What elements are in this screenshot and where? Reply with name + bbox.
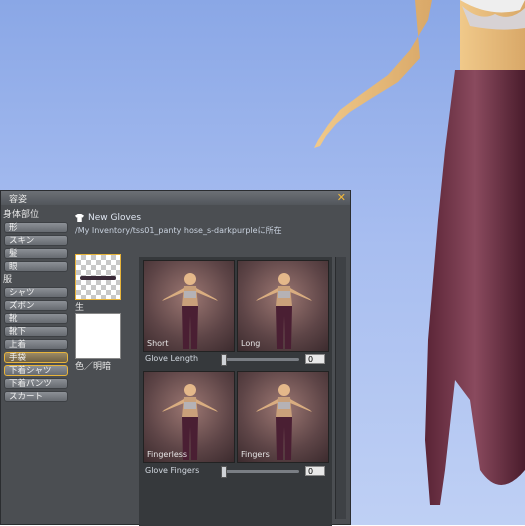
glove-length-label: Glove Length bbox=[145, 354, 199, 363]
item-path: /My Inventory/tss01_panty hose_s-darkpur… bbox=[75, 226, 282, 235]
texture-preview bbox=[80, 276, 116, 280]
item-name: New Gloves bbox=[88, 213, 142, 223]
preview-fingers[interactable]: Fingers bbox=[237, 371, 329, 463]
category-list: 身体部位 形 スキン 髪 眼 服 シャツ ズボン 靴 靴下 上着 手袋 下着シャ… bbox=[1, 209, 73, 404]
clothes-label: 服 bbox=[3, 275, 13, 285]
glove-fingers-knob[interactable] bbox=[221, 466, 227, 478]
category-pants[interactable]: ズボン bbox=[4, 300, 68, 311]
category-undershirt[interactable]: 下着シャツ bbox=[4, 365, 68, 376]
close-icon[interactable]: ✕ bbox=[337, 191, 346, 204]
category-shirt[interactable]: シャツ bbox=[4, 287, 68, 298]
glove-fingers-track[interactable] bbox=[223, 470, 299, 473]
glove-length-value[interactable]: 0 bbox=[305, 354, 325, 364]
category-skin[interactable]: スキン bbox=[4, 235, 68, 246]
body-parts-label: 身体部位 bbox=[3, 210, 40, 220]
preview-fingerless-label: Fingerless bbox=[147, 450, 188, 459]
glove-fingers-label: Glove Fingers bbox=[145, 466, 200, 475]
category-shape[interactable]: 形 bbox=[4, 222, 68, 233]
color-label: 色／明暗 bbox=[75, 362, 112, 372]
category-socks[interactable]: 靴下 bbox=[4, 326, 68, 337]
category-underpants[interactable]: 下着パンツ bbox=[4, 378, 68, 389]
titlebar[interactable]: 容姿 ✕ bbox=[1, 191, 350, 205]
texture-swatch[interactable] bbox=[75, 254, 121, 300]
parameter-scrollbar[interactable] bbox=[335, 257, 346, 519]
category-hair[interactable]: 髪 bbox=[4, 248, 68, 259]
glove-length-track[interactable] bbox=[223, 358, 299, 361]
preview-long[interactable]: Long bbox=[237, 260, 329, 352]
category-gloves[interactable]: 手袋 bbox=[4, 352, 68, 363]
preview-fingerless[interactable]: Fingerless bbox=[143, 371, 235, 463]
glove-fingers-slider: Glove Fingers 0 bbox=[143, 466, 328, 478]
category-skirt[interactable]: スカート bbox=[4, 391, 68, 402]
window-title: 容姿 bbox=[9, 195, 28, 205]
preview-fingers-label: Fingers bbox=[241, 450, 270, 459]
preview-short-label: Short bbox=[147, 339, 169, 348]
color-swatch[interactable] bbox=[75, 313, 121, 359]
category-jacket[interactable]: 上着 bbox=[4, 339, 68, 350]
glove-fingers-value[interactable]: 0 bbox=[305, 466, 325, 476]
clothing-icon bbox=[75, 214, 84, 222]
preview-long-label: Long bbox=[241, 339, 261, 348]
parameter-panel: Short Long Glove Length 0 Fingerless Fin… bbox=[139, 257, 332, 526]
appearance-window: 容姿 ✕ 身体部位 形 スキン 髪 眼 服 シャツ ズボン 靴 靴下 上着 手袋… bbox=[0, 190, 351, 526]
glove-length-slider: Glove Length 0 bbox=[143, 354, 328, 366]
glove-length-knob[interactable] bbox=[221, 354, 227, 366]
category-eyes[interactable]: 眼 bbox=[4, 261, 68, 272]
preview-short[interactable]: Short bbox=[143, 260, 235, 352]
category-shoes[interactable]: 靴 bbox=[4, 313, 68, 324]
